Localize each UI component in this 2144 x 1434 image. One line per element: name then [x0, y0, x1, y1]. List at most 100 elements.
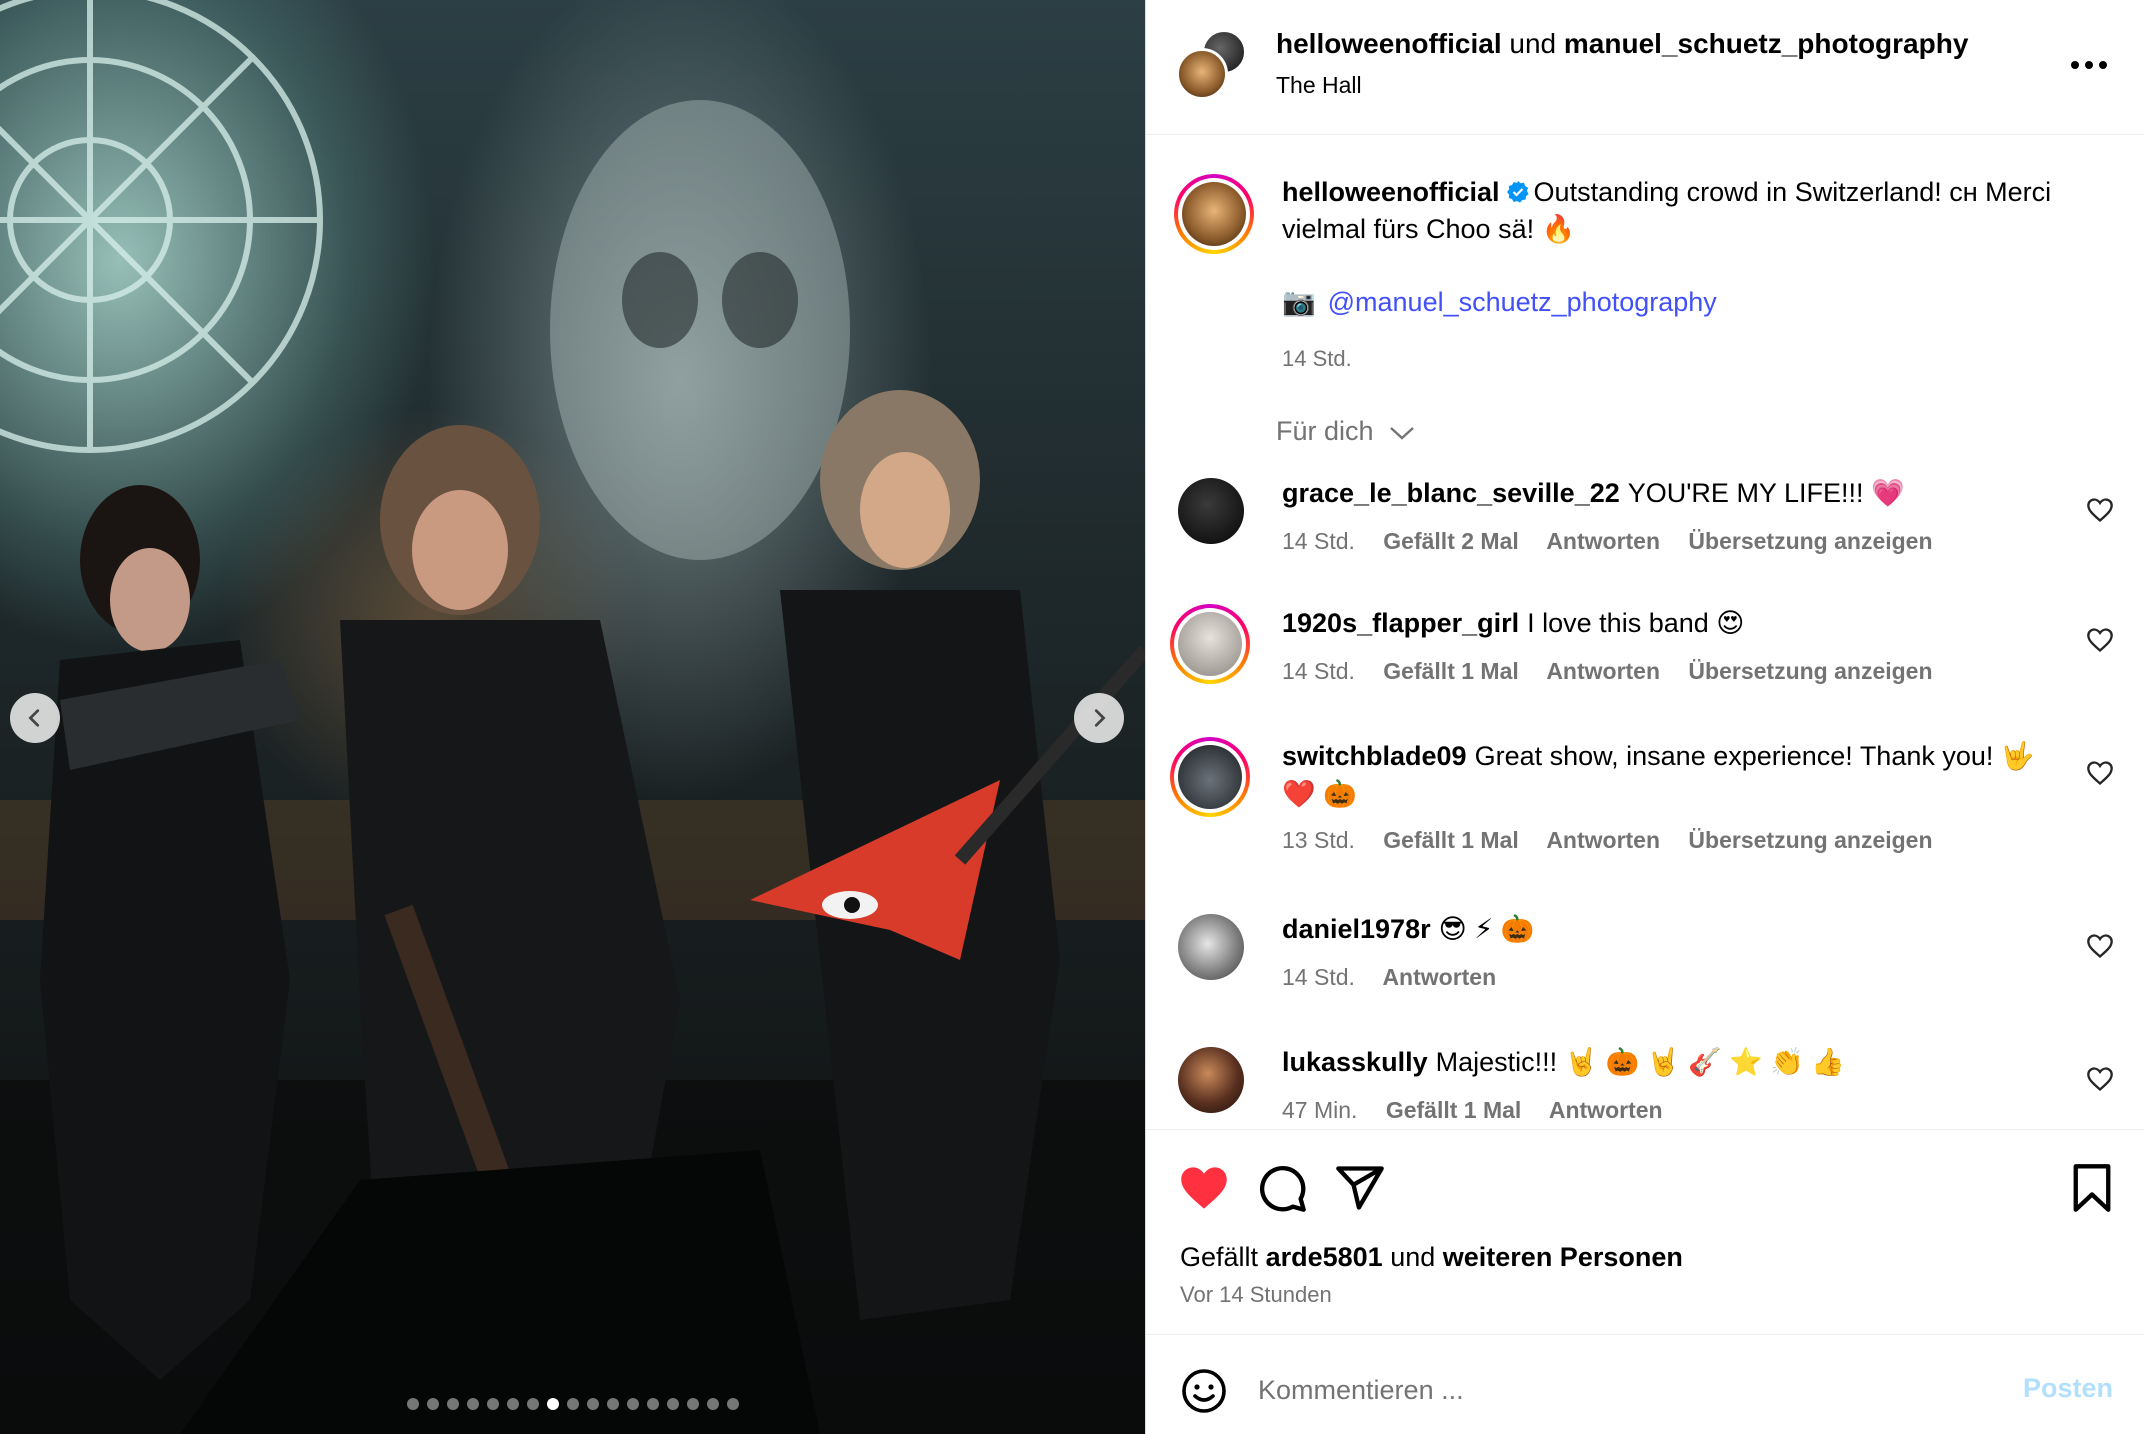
- comment-avatar[interactable]: [1178, 914, 1244, 980]
- comment-avatar[interactable]: [1170, 737, 1250, 817]
- chevron-right-icon: [1094, 709, 1106, 727]
- comment-like-heart-icon[interactable]: [2086, 932, 2114, 960]
- post-header: helloweenofficial und manuel_schuetz_pho…: [1146, 0, 2144, 135]
- carousel-dot: [526, 1398, 539, 1410]
- comments-section[interactable]: helloweenofficial Outstanding crowd in Sw…: [1146, 136, 2144, 1129]
- comment-body: grace_le_blanc_seville_22 YOU'RE MY LIFE!…: [1282, 474, 2062, 512]
- comment-like-heart-icon[interactable]: [2086, 1065, 2114, 1093]
- comment-likes-link[interactable]: Gefällt 1 Mal: [1383, 658, 1518, 684]
- carousel-dot: [406, 1398, 419, 1410]
- carousel-dot: [586, 1398, 599, 1410]
- carousel-next-button[interactable]: [1074, 693, 1124, 743]
- carousel-dot: [426, 1398, 439, 1410]
- comment-username[interactable]: daniel1978r: [1282, 914, 1431, 944]
- comment-likes-link[interactable]: Gefällt 1 Mal: [1383, 827, 1518, 853]
- comment-avatar[interactable]: [1178, 478, 1244, 544]
- comment-meta: 14 Std. Gefällt 2 Mal Antworten Übersetz…: [1282, 528, 1955, 555]
- comment-translate-button[interactable]: Übersetzung anzeigen: [1688, 658, 1932, 684]
- caption-time: 14 Std.: [1282, 346, 1352, 371]
- comment-item: lukasskully Majestic!!! 🤘 🎃 🤘 🎸 ⭐ 👏 👍 47 …: [1174, 1047, 2124, 1129]
- carousel-indicator: [0, 1398, 1145, 1410]
- comment-time: 13 Std.: [1282, 827, 1355, 853]
- likes-user-link[interactable]: arde5801: [1266, 1242, 1383, 1272]
- comment-time: 14 Std.: [1282, 658, 1355, 684]
- carousel-dot: [546, 1398, 559, 1410]
- author-avatar[interactable]: [1176, 48, 1228, 100]
- header-authors: helloweenofficial und manuel_schuetz_pho…: [1276, 28, 1968, 60]
- bookmark-icon[interactable]: [2066, 1162, 2118, 1214]
- comment-like-heart-icon[interactable]: [2086, 496, 2114, 524]
- more-horizontal-icon[interactable]: [2069, 50, 2109, 80]
- carousel-dot: [466, 1398, 479, 1410]
- post-details-panel: helloweenofficial und manuel_schuetz_pho…: [1145, 0, 2144, 1434]
- comment-avatar[interactable]: [1178, 1047, 1244, 1113]
- likes-others-link[interactable]: weiteren Personen: [1443, 1242, 1683, 1272]
- comment-reply-button[interactable]: Antworten: [1546, 528, 1660, 554]
- comment-meta: 13 Std. Gefällt 1 Mal Antworten Übersetz…: [1282, 827, 1955, 854]
- comment-reply-button[interactable]: Antworten: [1549, 1097, 1663, 1123]
- carousel-dot: [646, 1398, 659, 1410]
- add-comment-bar: Posten: [1146, 1334, 2144, 1434]
- carousel-dot: [626, 1398, 639, 1410]
- verified-badge-icon: [1506, 181, 1529, 203]
- comment-time: 14 Std.: [1282, 528, 1355, 554]
- comment-meta: 47 Min. Gefällt 1 Mal Antworten: [1282, 1097, 1685, 1124]
- carousel-dot: [666, 1398, 679, 1410]
- concert-photo: [0, 0, 1145, 1434]
- carousel-dot: [566, 1398, 579, 1410]
- camera-emoji: 📷: [1282, 287, 1316, 317]
- likes-summary: Gefällt arde5801 und weiteren Personen: [1180, 1242, 1683, 1273]
- comment-like-heart-icon[interactable]: [2086, 759, 2114, 787]
- carousel-dot: [486, 1398, 499, 1410]
- comment-text: I love this band 😍: [1527, 608, 1745, 638]
- comment-reply-button[interactable]: Antworten: [1546, 658, 1660, 684]
- author-avatars[interactable]: [1176, 30, 1246, 100]
- comment-username[interactable]: lukasskully: [1282, 1047, 1428, 1077]
- credit-link[interactable]: @manuel_schuetz_photography: [1328, 287, 1717, 317]
- likes-connector: und: [1390, 1242, 1436, 1272]
- comment-likes-link[interactable]: Gefällt 1 Mal: [1386, 1097, 1521, 1123]
- comment-translate-button[interactable]: Übersetzung anzeigen: [1688, 827, 1932, 853]
- smiley-icon[interactable]: [1180, 1367, 1228, 1415]
- comment-sort-label: Für dich: [1276, 416, 1374, 446]
- header-connector: und: [1509, 28, 1557, 59]
- comment-avatar[interactable]: [1170, 604, 1250, 684]
- comment-likes-link[interactable]: Gefällt 2 Mal: [1383, 528, 1518, 554]
- header-user2-link[interactable]: manuel_schuetz_photography: [1564, 28, 1969, 59]
- comment-body: 1920s_flapper_girl I love this band 😍: [1282, 604, 2062, 642]
- carousel-dot: [686, 1398, 699, 1410]
- post-media[interactable]: [0, 0, 1145, 1434]
- heart-filled-icon[interactable]: [1178, 1162, 1230, 1214]
- comment-username[interactable]: 1920s_flapper_girl: [1282, 608, 1519, 638]
- comment-input[interactable]: [1258, 1365, 1958, 1415]
- comment-username[interactable]: grace_le_blanc_seville_22: [1282, 478, 1620, 508]
- comment-item: switchblade09 Great show, insane experien…: [1170, 737, 2124, 891]
- send-icon[interactable]: [1334, 1162, 1386, 1214]
- comment-translate-button[interactable]: Übersetzung anzeigen: [1688, 528, 1932, 554]
- comment-item: grace_le_blanc_seville_22 YOU'RE MY LIFE!…: [1174, 478, 2124, 588]
- comment-time: 47 Min.: [1282, 1097, 1358, 1123]
- carousel-dot: [506, 1398, 519, 1410]
- likes-prefix: Gefällt: [1180, 1242, 1259, 1272]
- post-actions: Gefällt arde5801 und weiteren Personen V…: [1146, 1129, 2144, 1329]
- comment-like-heart-icon[interactable]: [2086, 626, 2114, 654]
- comment-reply-button[interactable]: Antworten: [1382, 964, 1496, 990]
- comment-text: 😎 ⚡ 🎃: [1438, 914, 1535, 944]
- caption-username[interactable]: helloweenofficial: [1282, 177, 1500, 207]
- comment-sort-dropdown[interactable]: Für dich: [1276, 416, 1415, 447]
- comment-meta: 14 Std. Antworten: [1282, 964, 1518, 991]
- header-user1-link[interactable]: helloweenofficial: [1276, 28, 1502, 59]
- carousel-prev-button[interactable]: [10, 693, 60, 743]
- comment-username[interactable]: switchblade09: [1282, 741, 1467, 771]
- comment-icon[interactable]: [1256, 1162, 1308, 1214]
- comment-body: lukasskully Majestic!!! 🤘 🎃 🤘 🎸 ⭐ 👏 👍: [1282, 1043, 2062, 1081]
- carousel-dot: [726, 1398, 739, 1410]
- comment-reply-button[interactable]: Antworten: [1546, 827, 1660, 853]
- comment-body: daniel1978r 😎 ⚡ 🎃: [1282, 910, 2062, 948]
- comment-time: 14 Std.: [1282, 964, 1355, 990]
- caption-avatar[interactable]: [1174, 174, 1254, 254]
- location-link[interactable]: The Hall: [1276, 72, 1362, 99]
- comment-text: YOU'RE MY LIFE!!! 💗: [1627, 478, 1905, 508]
- chevron-left-icon: [28, 709, 40, 727]
- post-comment-button[interactable]: Posten: [2023, 1373, 2113, 1404]
